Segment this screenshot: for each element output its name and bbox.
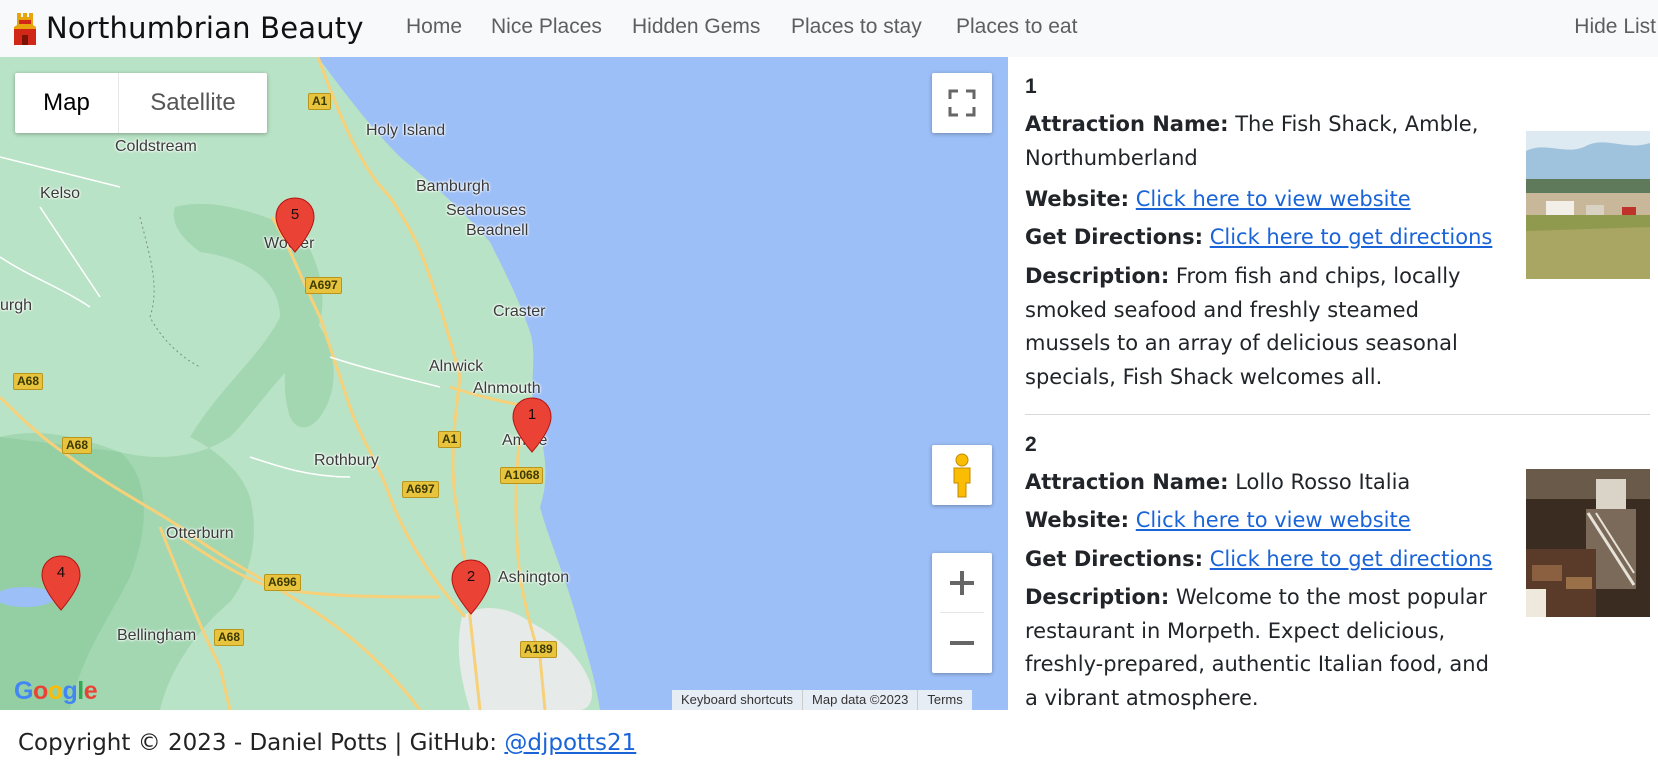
keyboard-shortcuts-link[interactable]: Keyboard shortcuts [672, 690, 802, 710]
map-marker[interactable]: 5 [275, 197, 315, 253]
map-marker[interactable]: 1 [512, 397, 552, 453]
directions-label: Get Directions: [1025, 547, 1204, 571]
nav-nice-places[interactable]: Nice Places [491, 15, 602, 39]
marker-label: 1 [527, 406, 537, 423]
pegman-icon [953, 453, 971, 498]
description-row: Description: From fish and chips, locall… [1025, 260, 1495, 394]
footer: Copyright © 2023 - Daniel Potts | GitHub… [18, 730, 636, 756]
place-label: Kelso [40, 185, 81, 202]
brand-title: Northumbrian Beauty [46, 11, 364, 45]
place-label: Otterburn [166, 525, 234, 542]
map-type-control: Map Satellite [15, 73, 267, 133]
place-label: Ashington [498, 569, 570, 586]
road-shield: A697 [402, 481, 439, 498]
description-label: Description: [1025, 585, 1170, 609]
website-row: Website: Click here to view website [1025, 183, 1495, 217]
directions-link[interactable]: Click here to get directions [1210, 225, 1493, 249]
directions-row: Get Directions: Click here to get direct… [1025, 543, 1495, 577]
attraction-name-row: Attraction Name: Lollo Rosso Italia [1025, 466, 1495, 500]
place-label: Coldstream [115, 138, 197, 155]
nav-home[interactable]: Home [406, 15, 462, 39]
attraction-item: 1 Attraction Name: The Fish Shack, Amble… [1025, 75, 1650, 395]
footer-copyright: Copyright © 2023 - Daniel Potts | GitHub… [18, 730, 505, 756]
marker-label: 4 [56, 564, 66, 581]
attraction-image [1526, 131, 1650, 279]
road-shield: A68 [214, 629, 245, 646]
place-label: Beadnell [466, 222, 529, 239]
website-row: Website: Click here to view website [1025, 504, 1495, 538]
google-logo: Google [14, 677, 98, 705]
attraction-number: 2 [1025, 433, 1037, 456]
description-label: Description: [1025, 264, 1170, 288]
directions-link[interactable]: Click here to get directions [1210, 547, 1493, 571]
road-shield: A189 [520, 641, 557, 658]
item-divider [1025, 414, 1650, 415]
website-link[interactable]: Click here to view website [1136, 187, 1411, 211]
map-marker[interactable]: 2 [451, 559, 491, 615]
zoom-in-button[interactable] [932, 553, 992, 613]
road-shield: A68 [62, 437, 93, 454]
place-label: urgh [0, 297, 33, 314]
place-label: Alnwick [429, 358, 484, 375]
place-label: Seahouses [446, 202, 527, 219]
brand[interactable]: Northumbrian Beauty [12, 8, 364, 48]
website-label: Website: [1025, 187, 1130, 211]
website-label: Website: [1025, 508, 1130, 532]
attraction-name-label: Attraction Name: [1025, 112, 1229, 136]
attraction-item: 2 Attraction Name: Lollo Rosso Italia We… [1025, 433, 1650, 710]
attraction-name: Lollo Rosso Italia [1235, 470, 1411, 494]
road-shield: A68 [13, 373, 44, 390]
road-shield: A1068 [500, 467, 544, 484]
directions-row: Get Directions: Click here to get direct… [1025, 221, 1495, 255]
map-type-satellite-button[interactable]: Satellite [119, 73, 267, 133]
fullscreen-icon [948, 89, 976, 117]
map-attribution: Keyboard shortcuts Map data ©2023 Terms [672, 690, 972, 710]
attraction-name-label: Attraction Name: [1025, 470, 1229, 494]
street-view-button[interactable] [932, 445, 992, 505]
navbar: Northumbrian Beauty Home Nice Places Hid… [0, 0, 1658, 57]
place-label: Bellingham [117, 627, 197, 644]
zoom-out-button[interactable] [932, 613, 992, 673]
nav-places-to-eat[interactable]: Places to eat [956, 15, 1077, 39]
road-shield: A1 [308, 93, 332, 110]
castle-logo-icon [14, 13, 36, 45]
map-data-text: Map data ©2023 [802, 690, 917, 710]
nav-places-to-stay[interactable]: Places to stay [791, 15, 922, 39]
marker-label: 2 [466, 568, 476, 585]
terms-link[interactable]: Terms [917, 690, 971, 710]
place-label: Rothbury [314, 452, 379, 469]
place-label: Craster [493, 303, 546, 320]
nav-hidden-gems[interactable]: Hidden Gems [632, 15, 760, 39]
map-type-map-button[interactable]: Map [15, 73, 119, 133]
attraction-list[interactable]: 1 Attraction Name: The Fish Shack, Amble… [1008, 57, 1658, 710]
directions-label: Get Directions: [1025, 225, 1204, 249]
map[interactable]: Holy Island Coldstream Kelso Bamburgh Se… [0, 57, 1008, 710]
map-marker[interactable]: 4 [41, 555, 81, 611]
place-label: Alnmouth [473, 380, 541, 397]
plus-icon [950, 571, 974, 595]
description-row: Description: Welcome to the most popular… [1025, 581, 1495, 710]
attraction-name-row: Attraction Name: The Fish Shack, Amble, … [1025, 108, 1495, 175]
github-link[interactable]: @djpotts21 [504, 730, 636, 756]
fullscreen-button[interactable] [932, 73, 992, 133]
road-shield: A1 [438, 431, 462, 448]
road-shield: A697 [305, 277, 342, 294]
place-label: Holy Island [366, 122, 446, 139]
attraction-image [1526, 469, 1650, 617]
website-link[interactable]: Click here to view website [1136, 508, 1411, 532]
marker-label: 5 [290, 206, 300, 223]
hide-list-toggle[interactable]: Hide List [1574, 15, 1656, 39]
road-shield: A696 [264, 574, 301, 591]
minus-icon [950, 641, 974, 645]
zoom-control [932, 553, 992, 673]
place-label: Bamburgh [416, 178, 490, 195]
attraction-number: 1 [1025, 75, 1037, 98]
